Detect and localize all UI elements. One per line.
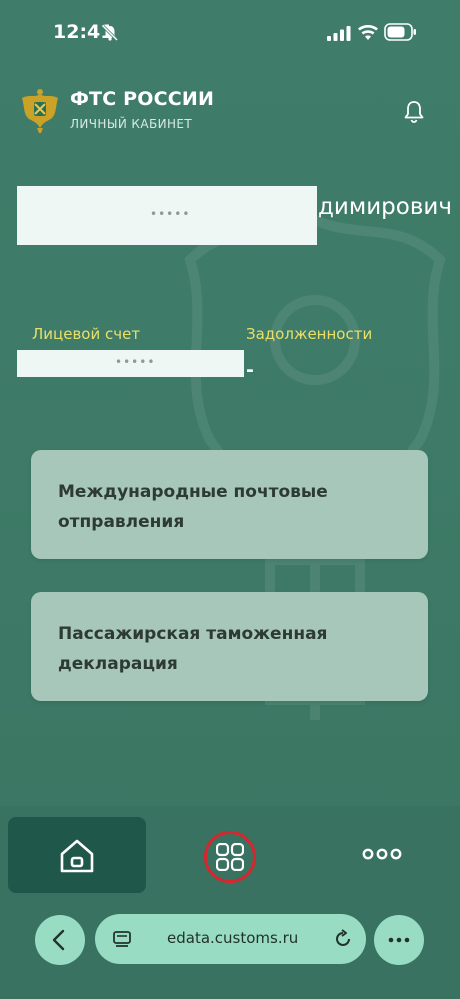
cellular-signal-icon [327, 26, 351, 41]
home-icon [60, 839, 94, 873]
app-screen: 12:41 ФТС РОССИИ ЛИЧНЫЙ КАБИНЕТ димирови… [0, 0, 460, 999]
grid-icon [216, 843, 244, 871]
browser-menu-button[interactable] [374, 915, 424, 965]
service-card-label: Пассажирская таможенная декларация [58, 624, 328, 674]
battery-icon [384, 23, 416, 41]
service-card-label: Международные почтовые отправления [58, 482, 328, 532]
browser-back-button[interactable] [35, 915, 85, 965]
redaction-marker: ••••• [115, 355, 156, 369]
org-subtitle: ЛИЧНЫЙ КАБИНЕТ [70, 117, 193, 131]
redaction-box-name: ••••• [17, 186, 317, 245]
notification-bell-icon[interactable] [401, 99, 427, 125]
nav-home-button[interactable] [8, 817, 146, 893]
nav-services-button[interactable] [204, 831, 256, 883]
status-bar: 12:41 [0, 0, 460, 66]
balance-label: Лицевой счет [32, 325, 141, 343]
service-card-passenger-declaration[interactable]: Пассажирская таможенная декларация [31, 592, 428, 701]
debt-value: - [246, 359, 254, 381]
service-card-postal[interactable]: Международные почтовые отправления [31, 450, 428, 559]
reload-icon[interactable] [332, 928, 354, 950]
redaction-box-balance: ••••• [17, 350, 244, 377]
page-settings-icon[interactable] [112, 929, 132, 949]
chevron-left-icon [52, 929, 65, 951]
wifi-icon [358, 24, 378, 40]
debt-label: Задолженности [246, 325, 373, 343]
org-name: ФТС РОССИИ [70, 88, 215, 110]
ellipsis-icon [388, 937, 410, 943]
bell-muted-icon [101, 24, 119, 42]
url-text: edata.customs.ru [167, 929, 299, 947]
fts-emblem-logo-icon [22, 89, 58, 133]
address-bar[interactable]: edata.customs.ru [95, 914, 366, 964]
user-full-name: димирович [318, 194, 452, 220]
redaction-marker: ••••• [150, 207, 191, 221]
browser-toolbar: edata.customs.ru [0, 902, 460, 999]
bottom-navigation [0, 806, 460, 902]
more-dots-icon[interactable] [362, 844, 402, 864]
